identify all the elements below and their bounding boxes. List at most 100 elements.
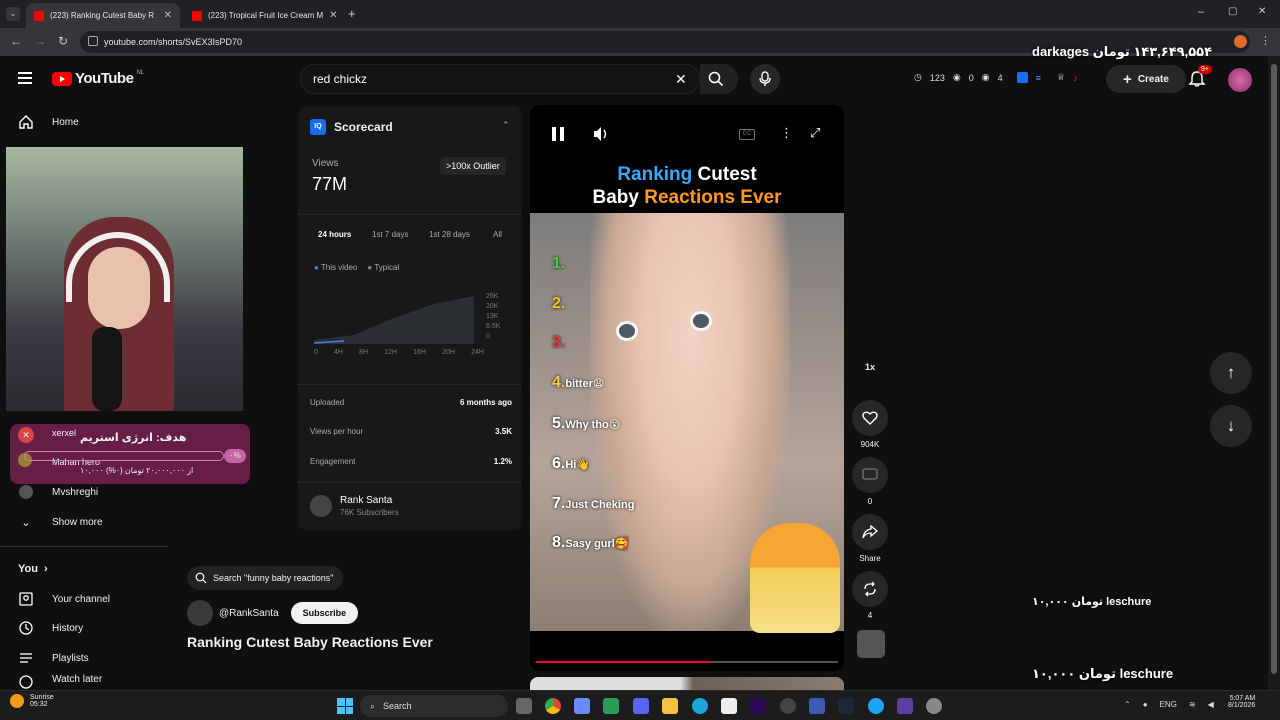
views-value: 77M: [312, 174, 348, 194]
volume-icon[interactable]: ◀: [1208, 700, 1214, 709]
mic-icon[interactable]: ●: [1143, 700, 1148, 709]
eye-icon: ◉: [952, 72, 961, 82]
next-short-preview[interactable]: [530, 677, 844, 690]
weather-widget[interactable]: Sunrise 05:32: [10, 694, 54, 708]
start-button[interactable]: [337, 698, 353, 714]
more-icon[interactable]: ⋮: [780, 125, 793, 141]
channel-row[interactable]: Rank Santa 76K Subscribers: [310, 495, 399, 517]
reload-icon[interactable]: ↻: [58, 34, 68, 48]
notifications-button[interactable]: 9+: [1188, 65, 1212, 90]
premiere-icon[interactable]: [750, 698, 766, 714]
sidebar-divider: [0, 546, 168, 547]
channel-avatar[interactable]: [187, 600, 213, 626]
language-indicator[interactable]: ENG: [1160, 700, 1177, 709]
sound-thumbnail[interactable]: [857, 630, 885, 658]
scorecard-header[interactable]: IQ Scorecard: [310, 119, 393, 135]
voice-search-button[interactable]: [750, 64, 780, 94]
page-scrollbar[interactable]: [1268, 56, 1280, 690]
bell-alert-icon[interactable]: ♪: [1073, 73, 1078, 83]
channel-handle[interactable]: @RankSanta: [219, 608, 279, 619]
sidebar-section-you[interactable]: You ›: [0, 555, 168, 583]
sidebar-item-watch-later[interactable]: Watch later: [0, 674, 168, 690]
weather-time: 05:32: [30, 701, 48, 708]
collapse-icon[interactable]: ⌃: [502, 120, 510, 131]
sidebar-item-subscription[interactable]: Mvshreghi: [0, 478, 168, 506]
clock[interactable]: 5:07 AM 8/1/2026: [1228, 695, 1255, 709]
new-tab-icon[interactable]: +: [348, 6, 356, 21]
remix-count: 4: [867, 611, 873, 620]
search-input[interactable]: red chickz ✕: [300, 64, 700, 94]
region-code: NL: [136, 70, 145, 76]
range-tab-28d[interactable]: 1st 28 days: [429, 230, 470, 239]
settings-icon[interactable]: [926, 698, 942, 714]
close-window-icon[interactable]: ✕: [1258, 6, 1266, 17]
profile-avatar[interactable]: [1234, 35, 1247, 48]
minimize-icon[interactable]: –: [1198, 6, 1204, 18]
sidebar-item-history[interactable]: History: [0, 614, 168, 642]
close-icon[interactable]: ✕: [18, 427, 34, 443]
scrollbar-thumb[interactable]: [1271, 64, 1277, 674]
wifi-icon[interactable]: ≋: [1189, 700, 1196, 709]
video-progress-track[interactable]: [536, 661, 838, 663]
steam-icon[interactable]: [838, 698, 854, 714]
chrome-icon[interactable]: [545, 698, 561, 714]
task-view-icon[interactable]: [516, 698, 532, 714]
search-button[interactable]: [700, 64, 738, 94]
tab-active[interactable]: (223) Ranking Cutest Baby R ✕: [26, 3, 180, 28]
maximize-icon[interactable]: ▢: [1228, 6, 1237, 17]
comments-button[interactable]: 0: [852, 457, 888, 506]
app-icon[interactable]: [780, 698, 796, 714]
range-tab-all[interactable]: All: [493, 230, 502, 239]
taskbar-search[interactable]: ⌕ Search: [360, 695, 508, 717]
pause-icon[interactable]: [552, 127, 564, 141]
sidebar-item-playlists[interactable]: Playlists: [0, 644, 168, 672]
search-icon: ⌕: [370, 700, 376, 711]
site-info-icon[interactable]: [88, 36, 98, 46]
file-explorer-icon[interactable]: [662, 698, 678, 714]
playback-speed[interactable]: 1x: [852, 362, 888, 386]
back-icon[interactable]: ←: [10, 34, 22, 48]
remix-button[interactable]: 4: [852, 571, 888, 620]
edge-icon[interactable]: [692, 698, 708, 714]
app-icon[interactable]: [809, 698, 825, 714]
video-title: Ranking Cutest Baby Reactions Ever: [187, 634, 433, 650]
hamburger-menu-icon[interactable]: [18, 72, 32, 84]
app-icon[interactable]: [897, 698, 913, 714]
search-suggestion-chip[interactable]: Search "funny baby reactions": [187, 566, 344, 590]
forward-icon[interactable]: →: [34, 34, 46, 48]
list-icon[interactable]: ≡: [1036, 73, 1041, 83]
range-tab-7d[interactable]: 1st 7 days: [372, 230, 408, 239]
range-tab-24h[interactable]: 24 hours: [318, 230, 351, 239]
vidiq-icon[interactable]: [1016, 72, 1028, 83]
sidebar-item-home[interactable]: Home: [0, 108, 168, 136]
sidebar-item-your-channel[interactable]: Your channel: [0, 585, 168, 613]
youtube-logo[interactable]: YouTube NL: [52, 70, 144, 87]
chevron-up-icon[interactable]: ⌃: [1124, 700, 1131, 709]
clear-search-icon[interactable]: ✕: [675, 71, 687, 88]
volume-icon[interactable]: [592, 126, 610, 142]
tab-inactive[interactable]: (223) Tropical Fruit Ice Cream M ✕: [184, 3, 344, 28]
chart-legend: ● This video ● Typical: [314, 263, 399, 272]
like-button[interactable]: 904K: [852, 400, 888, 449]
tab-menu-icon[interactable]: ⌄: [6, 7, 20, 21]
tab-close-icon[interactable]: ✕: [329, 10, 337, 21]
share-button[interactable]: Share: [852, 514, 888, 563]
captions-icon[interactable]: CC: [739, 129, 755, 140]
previous-short-button[interactable]: ↑: [1210, 352, 1252, 394]
shorts-video-player[interactable]: CC ⋮ ⤢ Ranking Cutest Baby Reactions Eve…: [530, 105, 844, 671]
tab-close-icon[interactable]: ✕: [164, 10, 172, 21]
subscribe-button[interactable]: Subscribe: [290, 602, 359, 624]
browser-menu-icon[interactable]: ⋮: [1260, 34, 1271, 47]
webcam-overlay: [6, 147, 243, 411]
trophy-icon[interactable]: ♕: [1057, 72, 1065, 83]
create-button[interactable]: + Create: [1106, 65, 1186, 93]
fullscreen-icon[interactable]: ⤢: [810, 125, 820, 141]
app-icon[interactable]: [603, 698, 619, 714]
app-icon[interactable]: [868, 698, 884, 714]
discord-icon[interactable]: [633, 698, 649, 714]
store-icon[interactable]: [721, 698, 737, 714]
app-icon[interactable]: [574, 698, 590, 714]
account-avatar[interactable]: [1228, 68, 1252, 92]
sidebar-item-show-more[interactable]: ⌄ Show more: [0, 508, 168, 536]
next-short-button[interactable]: ↓: [1210, 405, 1252, 447]
